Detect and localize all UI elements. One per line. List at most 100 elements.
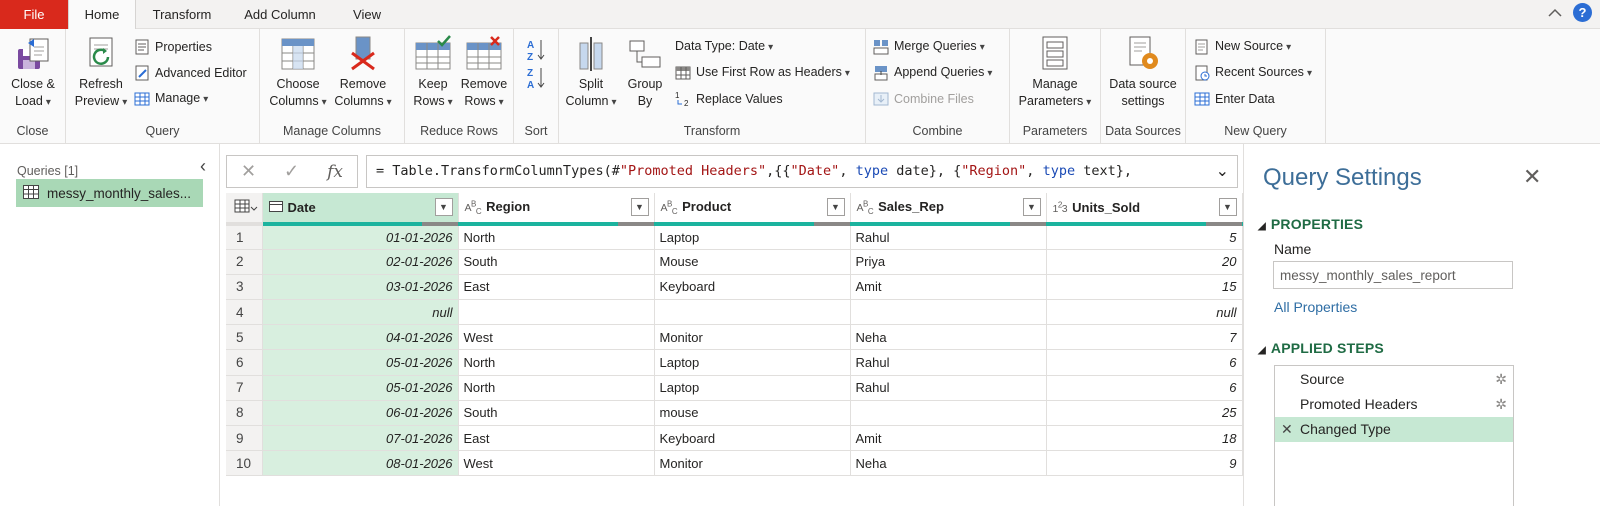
query-item[interactable]: messy_monthly_sales... — [16, 179, 203, 207]
cell-units-sold[interactable]: 6 — [1046, 349, 1243, 376]
cell-sales-rep[interactable]: Rahul — [850, 349, 1047, 376]
cell-region[interactable]: East — [458, 274, 655, 301]
choose-columns-button[interactable]: Choose Columns — [266, 35, 330, 111]
tab-view[interactable]: View — [338, 0, 396, 29]
cell-sales-rep[interactable]: Rahul — [850, 375, 1047, 401]
cell-region[interactable]: North — [458, 224, 655, 250]
gear-icon[interactable]: ✲ — [1495, 367, 1507, 392]
cell-date[interactable]: 02-01-2026 — [262, 249, 459, 275]
group-by-button[interactable]: Group By — [621, 35, 669, 110]
cell-sales-rep[interactable]: Neha — [850, 450, 1047, 477]
append-queries-button[interactable]: Append Queries — [873, 62, 992, 84]
new-source-button[interactable]: New Source — [1194, 36, 1291, 58]
table-menu-icon[interactable] — [226, 193, 263, 226]
cell-units-sold[interactable]: 9 — [1046, 450, 1243, 477]
cell-sales-rep[interactable]: Rahul — [850, 224, 1047, 250]
step-promoted-headers[interactable]: Promoted Headers ✲ — [1275, 392, 1513, 417]
cell-region[interactable]: South — [458, 400, 655, 427]
cell-units-sold[interactable]: 15 — [1046, 274, 1243, 301]
cell-date[interactable]: 05-01-2026 — [262, 375, 459, 401]
cell-date[interactable]: 01-01-2026 — [262, 224, 459, 250]
cell-date[interactable]: null — [262, 299, 459, 326]
applied-steps-heading[interactable]: ◢ APPLIED STEPS — [1258, 340, 1384, 356]
cell-date[interactable]: 06-01-2026 — [262, 400, 459, 427]
close-icon[interactable]: ✕ — [1523, 166, 1541, 188]
table-row[interactable]: 8 06-01-2026 South mouse 25 — [226, 400, 1243, 427]
cell-region[interactable]: South — [458, 249, 655, 275]
close-load-button[interactable]: Close & Load — [6, 35, 60, 111]
tab-transform[interactable]: Transform — [140, 0, 224, 29]
keep-rows-button[interactable]: Keep Rows — [411, 35, 455, 111]
filter-dropdown-icon[interactable]: ▼ — [434, 198, 453, 216]
tab-home[interactable]: Home — [68, 0, 136, 30]
table-row[interactable]: 1 01-01-2026 North Laptop Rahul 5 — [226, 224, 1243, 250]
cell-units-sold[interactable]: 6 — [1046, 375, 1243, 401]
step-changed-type[interactable]: ✕ Changed Type — [1275, 417, 1513, 442]
fx-icon[interactable]: fx — [327, 162, 343, 182]
cell-date[interactable]: 07-01-2026 — [262, 425, 459, 452]
cell-date[interactable]: 05-01-2026 — [262, 349, 459, 376]
cell-product[interactable]: Laptop — [654, 224, 851, 250]
table-row[interactable]: 4 null null — [226, 299, 1243, 326]
cancel-formula-icon[interactable]: ✕ — [241, 161, 256, 182]
data-type-dropdown[interactable]: Data Type: Date — [675, 36, 773, 58]
remove-rows-button[interactable]: Remove Rows — [459, 35, 509, 111]
filter-dropdown-icon[interactable]: ▼ — [1022, 198, 1041, 216]
gear-icon[interactable]: ✲ — [1495, 392, 1507, 417]
column-header-region[interactable]: ABC Region ▼ — [458, 193, 655, 226]
cell-product[interactable]: Mouse — [654, 249, 851, 275]
sort-descending-button[interactable]: ZA — [526, 65, 546, 91]
collapse-queries-icon[interactable]: ‹ — [200, 156, 206, 177]
cell-region[interactable]: North — [458, 375, 655, 401]
filter-dropdown-icon[interactable]: ▼ — [630, 198, 649, 216]
tab-add-column[interactable]: Add Column — [230, 0, 330, 29]
help-icon[interactable]: ? — [1573, 3, 1592, 22]
step-source[interactable]: Source ✲ — [1275, 367, 1513, 392]
column-header-product[interactable]: ABC Product ▼ — [654, 193, 851, 226]
cell-units-sold[interactable]: 18 — [1046, 425, 1243, 452]
use-first-row-as-headers-button[interactable]: Use First Row as Headers — [675, 62, 850, 84]
cell-sales-rep[interactable]: Amit — [850, 425, 1047, 452]
query-name-input[interactable] — [1273, 261, 1513, 289]
commit-formula-icon[interactable]: ✓ — [284, 161, 299, 182]
cell-date[interactable]: 03-01-2026 — [262, 274, 459, 301]
delete-step-icon[interactable]: ✕ — [1281, 417, 1293, 442]
tab-file[interactable]: File — [0, 0, 68, 29]
filter-dropdown-icon[interactable]: ▼ — [826, 198, 845, 216]
cell-region[interactable]: West — [458, 450, 655, 477]
cell-product[interactable]: Keyboard — [654, 425, 851, 452]
merge-queries-button[interactable]: Merge Queries — [873, 36, 985, 58]
replace-values-button[interactable]: 12 Replace Values — [675, 88, 783, 110]
cell-sales-rep[interactable] — [850, 400, 1047, 427]
properties-button[interactable]: Properties — [134, 36, 212, 58]
properties-heading[interactable]: ◢ PROPERTIES — [1258, 216, 1363, 232]
cell-units-sold[interactable]: 7 — [1046, 324, 1243, 351]
formula-bar[interactable]: = Table.TransformColumnTypes(#"Promoted … — [366, 155, 1238, 188]
cell-sales-rep[interactable] — [850, 299, 1047, 326]
collapse-ribbon-icon[interactable] — [1547, 5, 1563, 21]
cell-region[interactable]: East — [458, 425, 655, 452]
table-row[interactable]: 6 05-01-2026 North Laptop Rahul 6 — [226, 349, 1243, 376]
manage-button[interactable]: Manage — [134, 88, 208, 110]
filter-dropdown-icon[interactable]: ▼ — [1218, 198, 1237, 216]
enter-data-button[interactable]: Enter Data — [1194, 88, 1275, 110]
table-row[interactable]: 2 02-01-2026 South Mouse Priya 20 — [226, 249, 1243, 275]
remove-columns-button[interactable]: Remove Columns — [330, 35, 396, 111]
cell-region[interactable]: West — [458, 324, 655, 351]
data-source-settings-button[interactable]: Data source settings — [1103, 35, 1183, 110]
cell-date[interactable]: 04-01-2026 — [262, 324, 459, 351]
manage-parameters-button[interactable]: Manage Parameters — [1014, 35, 1096, 111]
cell-product[interactable]: Laptop — [654, 375, 851, 401]
table-row[interactable]: 10 08-01-2026 West Monitor Neha 9 — [226, 450, 1243, 477]
cell-sales-rep[interactable]: Priya — [850, 249, 1047, 275]
column-header-units-sold[interactable]: 123 Units_Sold ▼ — [1046, 193, 1243, 226]
cell-product[interactable] — [654, 299, 851, 326]
recent-sources-button[interactable]: Recent Sources — [1194, 62, 1312, 84]
cell-region[interactable]: North — [458, 349, 655, 376]
cell-sales-rep[interactable]: Amit — [850, 274, 1047, 301]
refresh-preview-button[interactable]: Refresh Preview — [72, 35, 130, 111]
cell-units-sold[interactable]: 20 — [1046, 249, 1243, 275]
cell-product[interactable]: Monitor — [654, 450, 851, 477]
expand-formula-icon[interactable]: ⌄ — [1216, 156, 1229, 187]
cell-product[interactable]: Monitor — [654, 324, 851, 351]
